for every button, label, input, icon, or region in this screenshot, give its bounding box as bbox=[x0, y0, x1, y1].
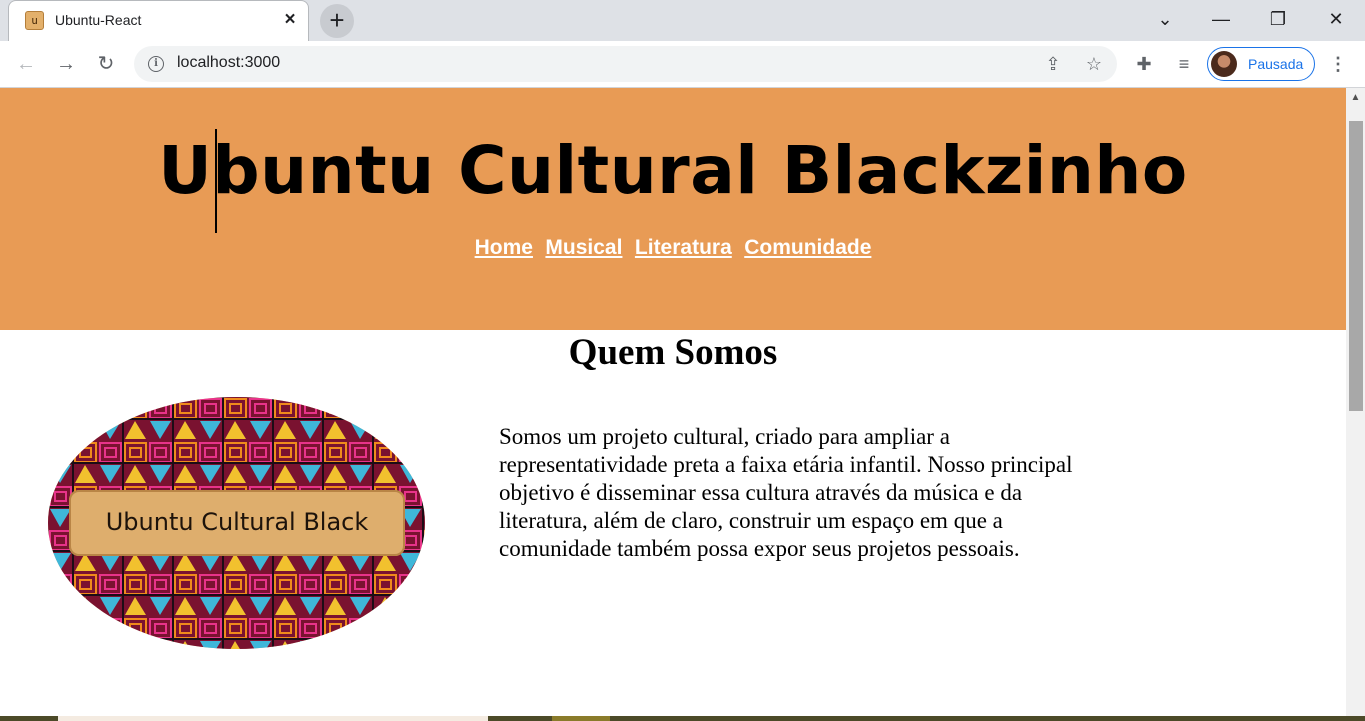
tab-active[interactable]: u Ubuntu-React × bbox=[8, 0, 309, 41]
strip-segment bbox=[58, 716, 488, 721]
restore-icon: ❐ bbox=[1269, 9, 1287, 29]
arrow-right-icon: → bbox=[56, 53, 76, 75]
share-icon[interactable]: ⇪ bbox=[1041, 52, 1065, 76]
address-bar[interactable]: i localhost:3000 ⇪ ☆ bbox=[134, 46, 1117, 82]
profile-label: Pausada bbox=[1248, 56, 1304, 72]
puzzle-icon[interactable]: ✚ bbox=[1131, 51, 1157, 77]
reload-icon: ↻ bbox=[97, 53, 115, 75]
kebab-menu-icon[interactable]: ⋮ bbox=[1326, 51, 1350, 77]
forward-button[interactable]: → bbox=[53, 51, 79, 77]
chevron-down-icon: ⌄ bbox=[1157, 9, 1173, 29]
browser-toolbar: ← → ↻ i localhost:3000 ⇪ ☆ ✚ ≡ Pausada ⋮ bbox=[0, 41, 1365, 88]
new-tab-button[interactable]: + bbox=[320, 4, 354, 38]
restore-button[interactable]: ❐ bbox=[1261, 4, 1295, 34]
star-icon[interactable]: ☆ bbox=[1082, 52, 1106, 76]
favicon-icon: u bbox=[25, 11, 44, 30]
avatar bbox=[1211, 51, 1237, 77]
nav-link-musical[interactable]: Musical bbox=[545, 236, 622, 260]
scroll-up-icon[interactable]: ▲ bbox=[1346, 88, 1365, 108]
site-title: Ubuntu Cultural Blackzinho bbox=[158, 132, 1188, 209]
section-title: Quem Somos bbox=[568, 332, 778, 373]
back-button[interactable]: ← bbox=[13, 51, 39, 77]
minimize-icon: — bbox=[1212, 9, 1230, 29]
strip-segment bbox=[552, 716, 610, 721]
logo-text: Ubuntu Cultural Black bbox=[105, 508, 369, 536]
scrollbar-thumb[interactable] bbox=[1349, 121, 1363, 411]
url-text[interactable]: localhost:3000 bbox=[177, 54, 280, 72]
logo-banner: Ubuntu Cultural Black bbox=[69, 490, 405, 556]
nav-link-literatura[interactable]: Literatura bbox=[635, 236, 732, 260]
tab-strip: u Ubuntu-React × + ⌄ — ❐ ✕ bbox=[0, 0, 1365, 41]
close-window-icon: ✕ bbox=[1328, 9, 1344, 29]
profile-button[interactable]: Pausada bbox=[1207, 47, 1315, 81]
media-queue-icon[interactable]: ≡ bbox=[1171, 51, 1197, 77]
bottom-strip bbox=[0, 716, 1365, 721]
logo-image: Ubuntu Cultural Black bbox=[48, 397, 425, 649]
info-icon[interactable]: i bbox=[148, 56, 164, 72]
minimize-button[interactable]: — bbox=[1204, 4, 1238, 34]
scrollbar[interactable]: ▲ bbox=[1346, 88, 1365, 716]
close-icon[interactable]: × bbox=[279, 9, 301, 31]
hero-header: Ubuntu Cultural Blackzinho Home Musical … bbox=[0, 88, 1346, 330]
tab-title: Ubuntu-React bbox=[55, 12, 142, 28]
close-window-button[interactable]: ✕ bbox=[1319, 4, 1353, 34]
page-viewport: Ubuntu Cultural Blackzinho Home Musical … bbox=[0, 88, 1346, 716]
about-paragraph: Somos um projeto cultural, criado para a… bbox=[499, 424, 1073, 561]
nav-link-comunidade[interactable]: Comunidade bbox=[744, 236, 871, 260]
nav-link-home[interactable]: Home bbox=[475, 236, 533, 260]
arrow-left-icon: ← bbox=[16, 53, 36, 75]
reload-button[interactable]: ↻ bbox=[93, 51, 119, 77]
main-nav: Home Musical Literatura Comunidade bbox=[0, 236, 1346, 260]
plus-icon: + bbox=[329, 5, 345, 35]
tab-search-button[interactable]: ⌄ bbox=[1148, 4, 1182, 34]
